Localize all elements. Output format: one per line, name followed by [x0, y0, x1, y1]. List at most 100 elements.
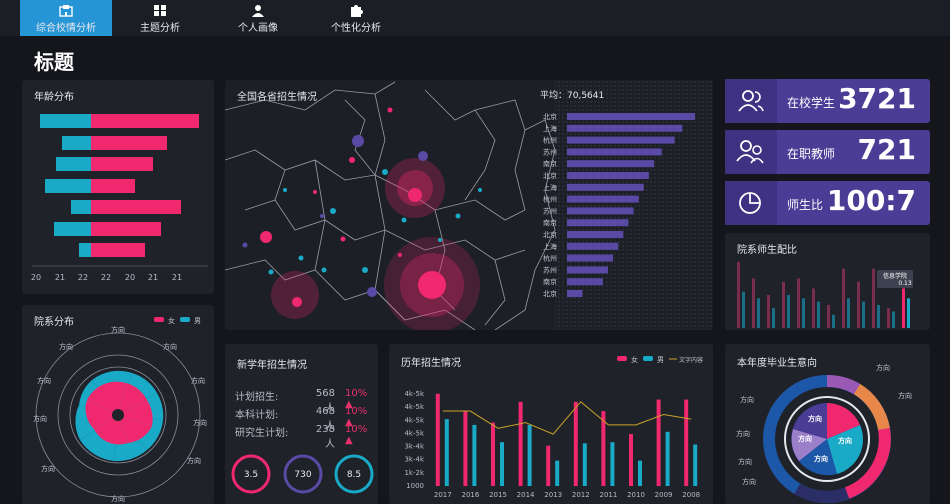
- province-label: 苏州: [543, 206, 557, 215]
- age-bar-left: [40, 114, 91, 128]
- x-axis-ticks: 2017 2016 2015 2014 2013 2012 2011 2010 2009 2008: [434, 491, 700, 499]
- legend-female-swatch: [617, 356, 627, 361]
- tab-label: 主题分析: [140, 23, 180, 34]
- ratio-bar-b: [892, 311, 895, 328]
- province-bar: [567, 124, 683, 132]
- age-tick: 21: [172, 273, 182, 282]
- map-dot: [268, 269, 274, 275]
- map-dot: [362, 267, 368, 273]
- rose-slices: [75, 370, 164, 462]
- person-icon: [252, 5, 264, 17]
- bar-female: [546, 445, 551, 486]
- y-tick: 4k-5k: [404, 390, 424, 398]
- ratio-bar-a: [767, 295, 770, 328]
- ratio-bar-b: [787, 295, 790, 328]
- ratio-chart: 信息学院 0.13: [737, 262, 913, 328]
- ratio-bar-a: [842, 268, 845, 328]
- bar-female: [491, 422, 495, 486]
- x-tick: 2017: [434, 491, 452, 499]
- dept-rose-chart: 女 男 方向 方向 方向 方向 方向 方向 方向 方向 方向 方向: [33, 316, 207, 503]
- age-bar-right: [91, 114, 199, 128]
- y-tick: 3k-4k: [404, 456, 424, 464]
- age-bar-right: [91, 200, 181, 214]
- age-bar-right: [91, 243, 145, 257]
- china-map: 北京上海杭州苏州南京北京上海杭州苏州南京北京上海杭州苏州南京北京: [225, 80, 713, 330]
- panel-title: 新学年招生情况: [237, 360, 307, 371]
- bar-male: [582, 443, 587, 486]
- province-bar: [567, 148, 662, 156]
- graduate-intention-panel: 本年度毕业生意向 方向 方向 方向 方向 方向 方向 方向 方向 方向 方向: [725, 344, 930, 504]
- bar-male: [555, 460, 560, 486]
- stat-ratio: 师生比 100:7: [725, 181, 930, 225]
- core-direction-label: 方向: [838, 436, 852, 445]
- bar-female: [684, 399, 689, 486]
- age-distribution-panel: 年龄分布 20 21 22 22 20 21 21: [22, 80, 214, 294]
- age-bar-left: [79, 243, 91, 257]
- x-tick: 2008: [682, 491, 700, 499]
- stat-value: 100:7: [826, 184, 916, 217]
- stat-students: 在校学生 3721: [725, 79, 930, 123]
- tab-topic-analysis[interactable]: 主题分析: [114, 0, 206, 36]
- top-nav: 综合校情分析 主题分析 个人画像 个性化分析: [0, 0, 950, 36]
- tab-label: 个人画像: [238, 23, 278, 34]
- map-dot: [349, 157, 355, 163]
- hotspot-core: [418, 271, 446, 299]
- tab-personalized-analysis[interactable]: 个性化分析: [310, 0, 402, 36]
- stat-icon-bg: [725, 181, 777, 225]
- map-dot: [398, 253, 402, 257]
- y-tick: 1000: [406, 482, 424, 490]
- plan-label: 本科计划:: [235, 410, 279, 421]
- tab-campus-overview[interactable]: 综合校情分析: [20, 0, 112, 36]
- gauge-value: 730: [294, 470, 311, 480]
- graduate-donut-chart: 方向 方向 方向 方向 方向 方向 方向 方向 方向 方向: [736, 363, 912, 503]
- age-bar-left: [71, 200, 91, 214]
- donut-segment: [853, 383, 890, 431]
- x-tick: 2016: [461, 491, 479, 499]
- age-chart: 20 21 22 22 20 21 21: [31, 114, 208, 282]
- age-bar-right: [91, 136, 167, 150]
- province-bar: [567, 195, 639, 203]
- direction-label: 方向: [738, 457, 752, 466]
- map-dot: [438, 238, 442, 242]
- bar-male: [610, 442, 615, 486]
- province-enrollment-panel: 北京 上海 杭州 苏州 南京 北京 上海 杭州 苏州 南京 北京 上海 杭州 苏州 南京 北京 全国各省招生情…: [225, 80, 713, 330]
- map-dot: [367, 287, 377, 297]
- tooltip-value: 0.13: [898, 280, 912, 287]
- province-label: 苏州: [543, 147, 557, 156]
- core-direction-label: 方向: [798, 434, 812, 443]
- bar-female: [573, 401, 578, 486]
- tab-personal-profile[interactable]: 个人画像: [212, 0, 304, 36]
- map-dot: [242, 242, 248, 248]
- direction-label: 方向: [876, 363, 890, 372]
- x-tick: 2015: [489, 491, 507, 499]
- ratio-bar-b: [817, 301, 820, 328]
- province-label: 北京: [543, 112, 557, 121]
- ratio-bar-a: [887, 308, 890, 328]
- province-bar: [567, 290, 583, 297]
- y-tick: 4k-5k: [404, 429, 424, 437]
- bar-female: [629, 434, 633, 486]
- x-tick: 2009: [655, 491, 673, 499]
- direction-label: 方向: [193, 418, 207, 427]
- ratio-bar-a: [872, 268, 875, 328]
- students-icon: [738, 90, 764, 112]
- province-label: 苏州: [543, 265, 557, 274]
- direction-label: 方向: [163, 342, 177, 351]
- x-tick: 2010: [627, 491, 645, 499]
- tooltip-title: 信息学院: [883, 272, 907, 280]
- y-tick: 3k-4k: [404, 443, 424, 451]
- direction-label: 方向: [736, 429, 750, 438]
- y-tick: 1k-2k: [404, 469, 424, 477]
- plan-label: 研究生计划:: [235, 428, 289, 439]
- ratio-bar-b: [907, 298, 910, 328]
- core-direction-label: 方向: [814, 454, 828, 463]
- map-dot: [401, 217, 407, 223]
- ratio-bar-b: [742, 291, 745, 328]
- stat-value: 721: [857, 133, 916, 166]
- direction-label: 方向: [59, 342, 73, 351]
- province-bar: [567, 136, 675, 144]
- bar-male: [665, 431, 670, 486]
- map-dot: [340, 236, 346, 242]
- page-title: 标题: [34, 50, 74, 74]
- legend-female-label: 女: [631, 355, 638, 364]
